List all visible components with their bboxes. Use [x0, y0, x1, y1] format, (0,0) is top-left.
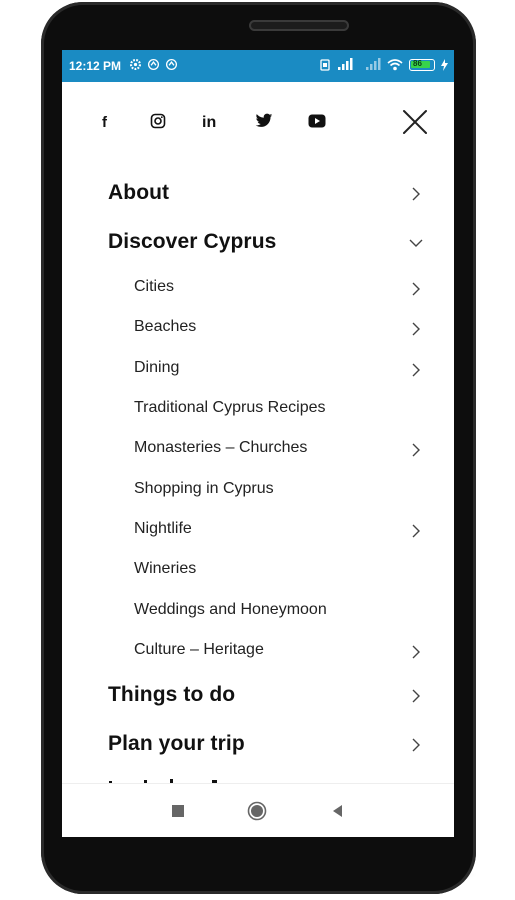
- submenu-item-label: Dining: [134, 359, 180, 376]
- square-icon[interactable]: [168, 801, 188, 821]
- menu-item-label: Things to do: [108, 683, 236, 706]
- sync-icon: [165, 58, 178, 71]
- screen: 12:12 PM 86 f in About Discover Cyprus C…: [62, 50, 454, 837]
- submenu-item-monasteries[interactable]: Monasteries – Churches: [62, 438, 454, 460]
- submenu-item-label: Wineries: [134, 560, 197, 577]
- submenu-item-label: Weddings and Honeymoon: [134, 601, 327, 618]
- submenu-item-nightlife[interactable]: Nightlife: [62, 519, 454, 541]
- menu-item-label: Plan your trip: [108, 732, 245, 755]
- svg-text:in: in: [202, 114, 216, 129]
- submenu-item-label: Cities: [134, 278, 175, 295]
- circle-icon[interactable]: [247, 801, 267, 821]
- system-nav-bar: [62, 783, 454, 837]
- vibrate-icon: [320, 58, 330, 71]
- submenu-item-shopping[interactable]: Shopping in Cyprus: [62, 479, 454, 501]
- linkedin-icon[interactable]: in: [200, 110, 222, 132]
- submenu-item-weddings[interactable]: Weddings and Honeymoon: [62, 600, 454, 622]
- chevron-right-icon: [412, 282, 420, 296]
- wifi-icon: [387, 59, 403, 71]
- close-icon[interactable]: [401, 108, 429, 136]
- menu-item-discover-cyprus[interactable]: Discover Cyprus: [62, 227, 454, 257]
- chevron-down-icon: [409, 239, 423, 247]
- youtube-icon[interactable]: [306, 110, 328, 132]
- settings-icon: [129, 58, 142, 71]
- submenu-item-label: Beaches: [134, 318, 197, 335]
- submenu-item-culture[interactable]: Culture – Heritage: [62, 640, 454, 662]
- instagram-icon[interactable]: [147, 110, 169, 132]
- submenu-item-wineries[interactable]: Wineries: [62, 559, 454, 581]
- submenu-item-cities[interactable]: Cities: [62, 277, 454, 299]
- chevron-right-icon: [412, 363, 420, 377]
- chevron-right-icon: [412, 322, 420, 336]
- submenu-item-dining[interactable]: Dining: [62, 358, 454, 380]
- speaker-grille: [249, 20, 349, 31]
- battery-level: 86: [413, 58, 422, 68]
- menu-item-label: Discover Cyprus: [108, 230, 277, 253]
- submenu-item-traditional-recipes[interactable]: Traditional Cyprus Recipes: [62, 398, 454, 420]
- submenu-item-label: Shopping in Cyprus: [134, 480, 274, 497]
- battery-icon: 86: [409, 58, 435, 71]
- signal-weak-icon: [366, 58, 381, 70]
- chevron-right-icon: [412, 689, 420, 703]
- menu-item-things-to-do[interactable]: Things to do: [62, 680, 454, 710]
- menu-item-label: About: [108, 181, 170, 204]
- submenu-item-label: Traditional Cyprus Recipes: [134, 399, 326, 416]
- menu-item-plan-your-trip[interactable]: Plan your trip: [62, 729, 454, 759]
- chevron-right-icon: [412, 187, 420, 201]
- social-icons-row: f in: [62, 110, 454, 138]
- svg-text:f: f: [102, 114, 108, 129]
- back-triangle-icon[interactable]: [328, 801, 348, 821]
- status-bar: 12:12 PM 86: [62, 50, 454, 82]
- chevron-right-icon: [412, 645, 420, 659]
- signal-icon: [338, 58, 353, 70]
- status-notification-icons: [129, 58, 178, 71]
- chevron-right-icon: [412, 524, 420, 538]
- status-time: 12:12 PM: [69, 59, 122, 73]
- sync-icon: [147, 58, 160, 71]
- submenu-item-label: Nightlife: [134, 520, 192, 537]
- chevron-right-icon: [412, 443, 420, 457]
- menu-item-about[interactable]: About: [62, 178, 454, 208]
- submenu-item-beaches[interactable]: Beaches: [62, 317, 454, 339]
- facebook-icon[interactable]: f: [94, 110, 116, 132]
- status-system-icons: 86: [319, 58, 448, 71]
- charging-icon: [441, 58, 448, 71]
- chevron-right-icon: [412, 738, 420, 752]
- submenu-item-label: Monasteries – Churches: [134, 439, 308, 456]
- submenu-item-label: Culture – Heritage: [134, 641, 264, 658]
- twitter-icon[interactable]: [253, 110, 275, 132]
